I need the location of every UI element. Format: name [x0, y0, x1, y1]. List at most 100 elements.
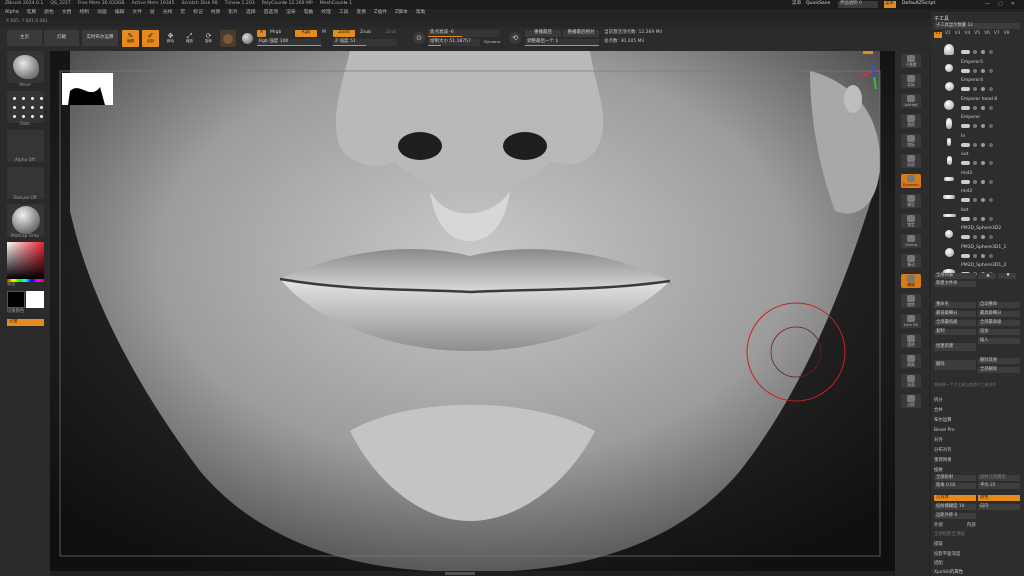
mode-icon[interactable] [989, 87, 993, 91]
remesh-section[interactable]: 重建网格 [934, 458, 1022, 464]
menu-item[interactable]: 渲染 [286, 10, 296, 16]
default-script[interactable]: DefaultZScript [902, 1, 935, 7]
draw-mode-button[interactable]: ✐ 绘制 [142, 30, 159, 47]
project-geometry-button[interactable]: 投射几何模型 [978, 475, 1020, 481]
polypaint-icon[interactable] [973, 161, 977, 165]
color-picker[interactable] [7, 242, 44, 279]
eye-icon[interactable] [981, 142, 985, 147]
menu-item[interactable]: 工具 [339, 10, 349, 16]
polypaint-icon[interactable] [973, 50, 977, 54]
menu-item[interactable]: 层 [150, 10, 155, 16]
highest-res-button[interactable]: 最高级细分 [978, 311, 1020, 317]
eye-icon[interactable] [981, 179, 985, 184]
distribute-section[interactable]: 分布对齐 [934, 448, 1022, 454]
lazy-mouse-icon[interactable]: ⊙ [413, 32, 425, 44]
focal-shift-slider[interactable]: 焦点衰减 -6 [428, 30, 500, 37]
shelf-button[interactable]: 子像素 [901, 54, 921, 68]
proj-surface-section[interactable]: 投影平面深度 [934, 552, 1022, 558]
shelf-button[interactable]: AAHalf [901, 94, 921, 108]
inner-toggle[interactable]: 向内 [978, 504, 1020, 510]
home-button[interactable]: 主页 [7, 30, 42, 46]
quicksave-button[interactable]: QuickSave [806, 1, 830, 7]
zcut-label[interactable]: Zcut [386, 30, 396, 36]
secondary-color-swatch[interactable] [7, 291, 25, 308]
rgb-intensity-slider[interactable]: Rgb 强度 100 [257, 39, 321, 46]
mode-icon[interactable] [989, 161, 993, 165]
menu-item[interactable]: 光线 [163, 10, 173, 16]
menu-item[interactable]: 宏 [180, 10, 185, 16]
visibility-toggle-icon[interactable] [961, 124, 970, 128]
menu-item[interactable]: 帮助 [416, 10, 426, 16]
visibility-toggle-icon[interactable] [961, 179, 970, 184]
outer-label[interactable]: 外部 内部 [934, 523, 1022, 529]
subtool-toggles[interactable] [961, 50, 1021, 54]
subtool-toggles[interactable] [961, 253, 1021, 258]
eye-icon[interactable] [981, 253, 985, 258]
mode-icon[interactable] [989, 216, 993, 221]
shelf-button[interactable]: 缩放 [901, 274, 921, 288]
polypaint-icon[interactable] [973, 216, 977, 221]
eye-icon[interactable] [981, 161, 985, 165]
polypaint-icon[interactable] [973, 68, 977, 73]
a-button[interactable]: A [257, 30, 266, 37]
brush-thumbnail[interactable] [7, 51, 44, 83]
menu-item[interactable]: 编辑 [115, 10, 125, 16]
shelf-button[interactable]: 局部 [901, 154, 921, 168]
shelf-button[interactable]: 锁定 [901, 214, 921, 228]
subtool-toggles[interactable] [961, 142, 1021, 147]
alternate-button[interactable]: 交替 [7, 319, 44, 326]
subtool-item[interactable]: In [934, 134, 1022, 153]
polypaint-icon[interactable] [973, 124, 977, 128]
shelf-button[interactable]: 旋转 [901, 294, 921, 308]
menu-item[interactable]: Z脚本 [395, 10, 408, 16]
rgb-button[interactable]: Rgb [295, 30, 317, 37]
append-button[interactable]: 追加 [978, 329, 1020, 335]
subtool-toggles[interactable] [961, 124, 1021, 128]
sculptris-pro-button[interactable] [220, 30, 236, 47]
auto-rename-button[interactable]: 自动重命 [978, 302, 1020, 308]
delete-all-button[interactable]: 全部删除 [978, 367, 1020, 373]
subtool-item[interactable]: Emperor head 8 [934, 97, 1022, 116]
menu-item[interactable]: 笔触 [304, 10, 314, 16]
subtool-toggles[interactable] [961, 87, 1021, 91]
material-button[interactable] [239, 30, 255, 47]
polypaint-icon[interactable] [973, 235, 977, 239]
new-folder-button[interactable]: 新建文件夹 [934, 281, 976, 287]
replay-last-button[interactable]: 重播最后 [525, 30, 561, 37]
visibility-toggle-icon[interactable] [961, 253, 970, 258]
visibility-toggle-icon[interactable] [961, 142, 970, 147]
shelf-button[interactable]: 边框 [901, 394, 921, 408]
m-label[interactable]: M [322, 30, 326, 36]
mode-icon[interactable] [989, 253, 993, 258]
visibility-toggle-icon[interactable] [961, 68, 970, 73]
visibility-toggle-icon[interactable] [961, 161, 970, 165]
delete-other-button[interactable]: 删除其他 [978, 358, 1020, 364]
v-tab[interactable]: V8 [1003, 31, 1011, 38]
visibility-toggle-icon[interactable] [961, 87, 970, 91]
lightbox-button[interactable]: 灯箱 [44, 30, 79, 46]
geometry-toggle[interactable]: 几何体 [934, 495, 976, 501]
shelf-button[interactable]: 地板 [901, 134, 921, 148]
subtool-item[interactable]: PM3D_Sphere3D2 [934, 226, 1022, 245]
shelf-button[interactable]: 透明 [901, 334, 921, 348]
mean-slider[interactable]: 平均 25 [978, 483, 1020, 489]
rotate-mode-button[interactable]: ⟳ 旋转 [200, 30, 217, 47]
mode-icon[interactable] [989, 198, 993, 202]
down-arrow-icon[interactable]: ▼ [998, 273, 1016, 279]
zsub-label[interactable]: Zsub [360, 30, 371, 36]
duplicate-button[interactable]: 复制 [934, 329, 976, 335]
z-intensity-slider[interactable]: Z 强度 51 [333, 39, 397, 46]
shelf-button[interactable]: 隔离 [901, 354, 921, 368]
project-section[interactable]: 投射 [934, 468, 1022, 474]
polypaint-icon[interactable] [973, 142, 977, 147]
v-tab[interactable]: V1 [934, 31, 942, 38]
polypaint-icon[interactable] [973, 253, 977, 258]
subtool-toggles[interactable] [961, 179, 1021, 184]
replay-last-relative-button[interactable]: 重播最后相对 [563, 30, 599, 37]
menu-item[interactable]: 颜色 [44, 10, 54, 16]
canvas-viewport[interactable] [50, 51, 895, 571]
menu-item[interactable]: 标记 [193, 10, 203, 16]
menu-item[interactable]: 影片 [228, 10, 238, 16]
move-mode-button[interactable]: ✥ 移动 [162, 30, 179, 47]
align-section[interactable]: 对齐 [934, 438, 1022, 444]
